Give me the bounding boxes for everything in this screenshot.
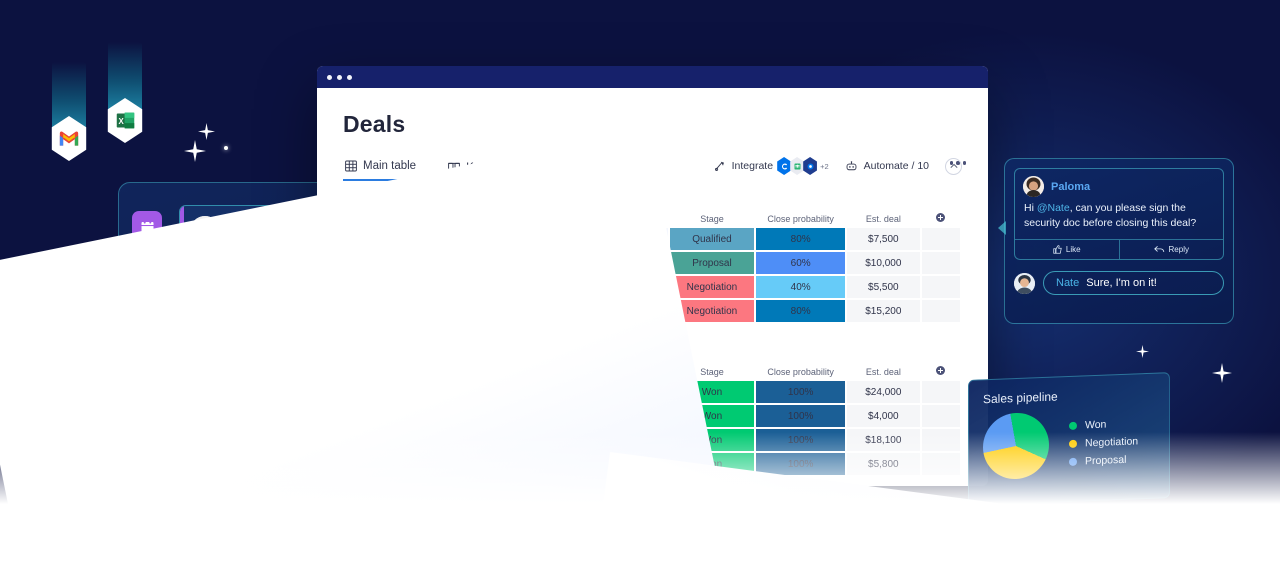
legend-label: Won <box>1085 418 1107 432</box>
probability-label: 80% <box>790 305 811 317</box>
sheets-integration-icon <box>790 157 804 175</box>
deal-value: $7,500 <box>868 233 899 245</box>
stage-label: Negotiation <box>686 305 738 317</box>
stage-cell[interactable]: Proposal <box>669 252 755 274</box>
automate-label: Automate / 10 <box>863 160 929 172</box>
reply-author: Nate <box>1056 277 1080 290</box>
column-header-probability: Close probability <box>767 366 834 377</box>
row-extra-cell[interactable] <box>921 300 960 322</box>
integrate-button[interactable]: Integrate +2 <box>714 157 829 175</box>
probability-label: 60% <box>790 257 811 269</box>
background-swoosh-blend <box>0 432 1280 582</box>
table-icon <box>345 160 357 172</box>
deal-value-cell[interactable]: $7,500 <box>847 228 920 250</box>
probability-cell[interactable]: 60% <box>756 252 846 274</box>
window-dot[interactable] <box>347 74 352 80</box>
mention-nate[interactable]: @Nate <box>1037 202 1070 214</box>
stage-label: Qualified <box>692 233 732 245</box>
row-extra-cell[interactable] <box>921 228 960 250</box>
comment-actions: Like Reply <box>1015 239 1224 260</box>
collapse-toolbar-button[interactable] <box>945 157 962 175</box>
automate-button[interactable]: Automate / 10 <box>845 160 929 172</box>
stage-label: Won <box>701 386 723 398</box>
add-column-button[interactable] <box>922 213 960 226</box>
stage-cell[interactable]: Qualified <box>669 228 755 250</box>
probability-label: 100% <box>787 386 814 398</box>
widget-title: Sales pipeline <box>983 389 1058 407</box>
probability-label: 40% <box>790 281 811 293</box>
window-titlebar <box>317 66 988 88</box>
deal-value: $15,200 <box>865 305 902 317</box>
column-header-deal: Est. deal <box>865 366 901 377</box>
legend-swatch <box>1069 421 1077 430</box>
comment-author: Paloma <box>1051 180 1091 193</box>
page-title: Deals <box>343 111 406 137</box>
board-toolbar: Integrate +2 Automate / 10 <box>714 157 962 175</box>
reply-input[interactable]: Nate Sure, I'm on it! <box>1043 271 1224 296</box>
probability-label: 100% <box>787 410 814 422</box>
reply-row: Nate Sure, I'm on it! <box>1014 271 1224 296</box>
stage-label: Proposal <box>692 257 732 269</box>
integration-avatars[interactable]: +2 <box>777 157 829 175</box>
reply-arrow-icon <box>1153 245 1165 254</box>
avatar <box>1014 272 1035 294</box>
probability-cell[interactable]: 80% <box>756 300 846 322</box>
probability-cell[interactable]: 80% <box>756 228 846 250</box>
row-extra-cell[interactable] <box>921 405 960 427</box>
reply-button[interactable]: Reply <box>1118 240 1224 260</box>
deal-value: $4,000 <box>868 410 899 422</box>
probability-cell[interactable]: 40% <box>756 276 846 298</box>
crm-integration-icon <box>777 157 791 175</box>
window-dot[interactable] <box>327 74 332 80</box>
comment-card: Paloma Hi @Nate, can you please sign the… <box>998 158 1234 324</box>
tab-label: Main table <box>363 160 417 172</box>
deal-value: $5,500 <box>868 281 899 293</box>
shield-integration-icon <box>803 157 817 175</box>
like-label: Like <box>1065 245 1081 255</box>
integrate-label: Integrate <box>731 160 774 172</box>
sparkle-dot-icon <box>224 146 228 150</box>
thumbs-up-icon <box>1053 245 1062 255</box>
probability-label: 80% <box>790 233 811 245</box>
stage-cell[interactable]: Negotiation <box>669 276 755 298</box>
integration-more-count: +2 <box>820 161 829 171</box>
comment-text: Hi @Nate, can you please sign the securi… <box>1015 201 1223 239</box>
stage-label: Negotiation <box>686 281 738 293</box>
reply-label: Reply <box>1168 245 1189 255</box>
deal-value-cell[interactable]: $5,500 <box>847 276 920 298</box>
comment-pointer <box>998 221 1006 235</box>
avatar <box>1023 176 1044 197</box>
integrate-icon <box>714 160 726 172</box>
comment-header: Paloma <box>1015 169 1223 201</box>
column-header-deal: Est. deal <box>865 213 901 224</box>
row-extra-cell[interactable] <box>921 381 960 403</box>
row-extra-cell[interactable] <box>921 252 960 274</box>
deal-value: $10,000 <box>865 257 902 269</box>
comment-prefix: Hi <box>1024 202 1037 214</box>
deal-value-cell[interactable]: $24,000 <box>847 381 920 403</box>
column-header-stage: Stage <box>700 213 724 224</box>
deal-value-cell[interactable]: $10,000 <box>847 252 920 274</box>
deal-value-cell[interactable]: $4,000 <box>847 405 920 427</box>
column-header-probability: Close probability <box>767 213 834 224</box>
probability-cell[interactable]: 100% <box>756 381 846 403</box>
row-extra-cell[interactable] <box>921 276 960 298</box>
add-column-button[interactable] <box>922 366 960 379</box>
legend-item-won: Won <box>1069 417 1138 432</box>
probability-cell[interactable]: 100% <box>756 405 846 427</box>
like-button[interactable]: Like <box>1015 240 1119 259</box>
window-dot[interactable] <box>337 74 342 80</box>
deal-value-cell[interactable]: $15,200 <box>847 300 920 322</box>
comment-box: Paloma Hi @Nate, can you please sign the… <box>1014 168 1224 261</box>
robot-icon <box>845 160 858 172</box>
reply-message: Sure, I'm on it! <box>1086 277 1157 290</box>
deal-value: $24,000 <box>865 386 902 398</box>
svg-text:X: X <box>118 117 124 126</box>
